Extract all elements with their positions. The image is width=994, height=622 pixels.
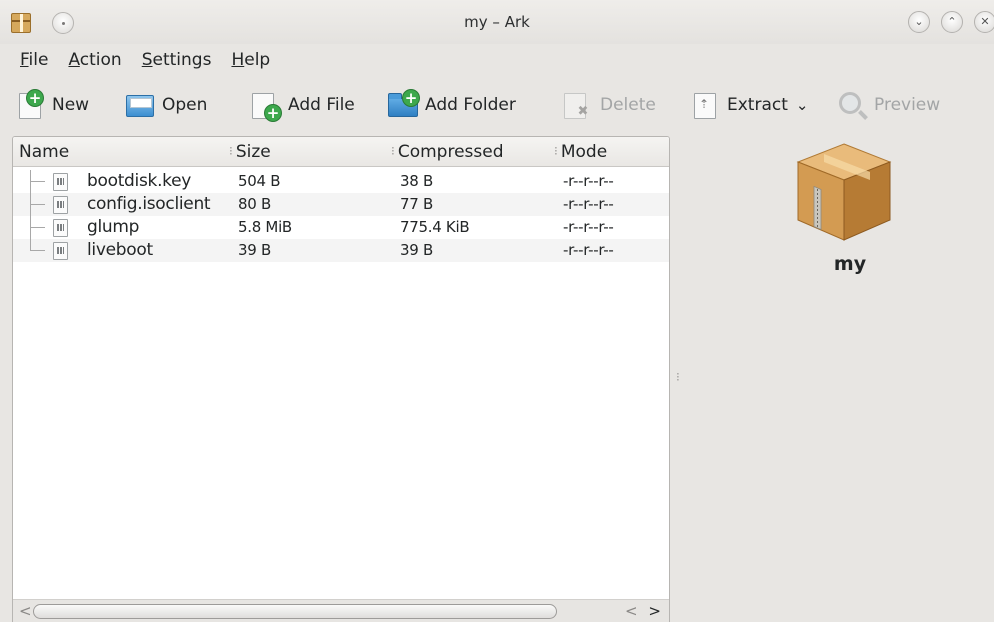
open-button-label: Open xyxy=(162,95,208,115)
menu-help-label: elp xyxy=(244,50,271,70)
file-size: 504 B xyxy=(238,172,281,190)
table-row[interactable]: bootdisk.key 504 B 38 B -r--r--r-- xyxy=(13,170,669,193)
menu-file-label: ile xyxy=(28,50,49,70)
open-folder-icon xyxy=(124,89,156,121)
menu-file-accel: F xyxy=(20,50,29,70)
column-header-size[interactable]: ⁝ Size xyxy=(229,142,271,162)
file-size: 5.8 MiB xyxy=(238,218,292,236)
add-file-label: Add File xyxy=(288,95,355,115)
new-button-label: New xyxy=(52,95,90,115)
delete-button-label: Delete xyxy=(600,95,656,115)
archive-box-icon xyxy=(794,142,894,242)
add-folder-label: Add Folder xyxy=(425,95,516,115)
scrollbar-thumb[interactable] xyxy=(33,604,557,619)
file-compressed: 775.4 KiB xyxy=(400,218,470,236)
minimize-button[interactable]: ⌄ xyxy=(908,11,930,33)
file-icon xyxy=(53,219,68,237)
add-folder-icon: + xyxy=(387,89,420,121)
file-name: bootdisk.key xyxy=(87,171,192,191)
list-header: Name ⁝ Size ⁝ Compressed ⁝ Mode xyxy=(13,137,669,167)
menu-help-accel: H xyxy=(231,50,245,70)
new-button[interactable]: + New xyxy=(14,86,89,124)
menu-settings-label: ettings xyxy=(152,50,212,70)
file-icon xyxy=(53,242,68,260)
menu-settings[interactable]: Settings xyxy=(132,46,222,76)
extract-button[interactable]: ⇡ Extract ⌄ xyxy=(689,86,808,124)
delete-icon: ✖ xyxy=(562,89,594,121)
file-mode: -r--r--r-- xyxy=(563,172,614,190)
file-name: liveboot xyxy=(87,240,153,260)
menu-action[interactable]: Action xyxy=(58,46,131,76)
file-name: glump xyxy=(87,217,140,237)
horizontal-scrollbar[interactable]: < < > xyxy=(13,599,669,622)
extract-icon: ⇡ xyxy=(689,89,721,121)
scroll-prev-icon[interactable]: < xyxy=(625,602,641,620)
panel-splitter-handle[interactable]: ⁝ xyxy=(676,370,680,384)
extract-button-label: Extract xyxy=(727,95,788,115)
file-compressed: 39 B xyxy=(400,241,433,259)
add-file-button[interactable]: + Add File xyxy=(250,86,355,124)
new-archive-icon: + xyxy=(14,89,46,121)
scroll-arrows[interactable]: < > xyxy=(625,602,664,620)
menu-help[interactable]: Help xyxy=(221,46,280,76)
file-compressed: 77 B xyxy=(400,195,433,213)
table-row[interactable]: liveboot 39 B 39 B -r--r--r-- xyxy=(13,239,669,262)
open-button[interactable]: Open xyxy=(124,86,207,124)
extract-dropdown-icon[interactable]: ⌄ xyxy=(796,96,809,114)
archive-file-list[interactable]: Name ⁝ Size ⁝ Compressed ⁝ Mode bootdisk.ke… xyxy=(12,136,670,622)
scroll-left-arrow-icon[interactable]: < xyxy=(19,602,32,620)
table-row[interactable]: config.isoclient 80 B 77 B -r--r--r-- xyxy=(13,193,669,216)
archive-name: my xyxy=(833,253,867,275)
menu-action-label: ction xyxy=(79,50,122,70)
file-size: 39 B xyxy=(238,241,271,259)
menu-file[interactable]: File xyxy=(0,46,58,76)
preview-magnifier-icon xyxy=(836,89,868,121)
file-mode: -r--r--r-- xyxy=(563,218,614,236)
file-icon xyxy=(53,173,68,191)
add-folder-button[interactable]: + Add Folder xyxy=(387,86,516,124)
file-name: config.isoclient xyxy=(87,194,211,214)
file-mode: -r--r--r-- xyxy=(563,195,614,213)
file-icon xyxy=(53,196,68,214)
menu-bar: File Action Settings Help xyxy=(0,46,994,76)
main-toolbar: + New Open + Add File + Add Folder ✖ Del… xyxy=(0,82,994,128)
table-row[interactable]: glump 5.8 MiB 775.4 KiB -r--r--r-- xyxy=(13,216,669,239)
window-title: my – Ark xyxy=(464,13,530,31)
file-mode: -r--r--r-- xyxy=(563,241,614,259)
column-header-name[interactable]: Name xyxy=(19,142,69,162)
add-file-icon: + xyxy=(250,89,282,122)
preview-button-label: Preview xyxy=(874,95,941,115)
title-bar: my – Ark ⌄ ⌃ ✕ xyxy=(0,0,994,44)
menu-action-accel: A xyxy=(68,50,80,70)
close-button[interactable]: ✕ xyxy=(974,11,994,33)
preview-button[interactable]: Preview xyxy=(836,86,940,124)
scroll-next-icon[interactable]: > xyxy=(648,602,664,620)
column-header-mode[interactable]: ⁝ Mode xyxy=(554,142,607,162)
delete-button[interactable]: ✖ Delete xyxy=(562,86,656,124)
menu-settings-accel: S xyxy=(141,50,153,70)
file-compressed: 38 B xyxy=(400,172,433,190)
maximize-button[interactable]: ⌃ xyxy=(941,11,963,33)
column-header-compressed[interactable]: ⁝ Compressed xyxy=(391,142,504,162)
file-size: 80 B xyxy=(238,195,271,213)
